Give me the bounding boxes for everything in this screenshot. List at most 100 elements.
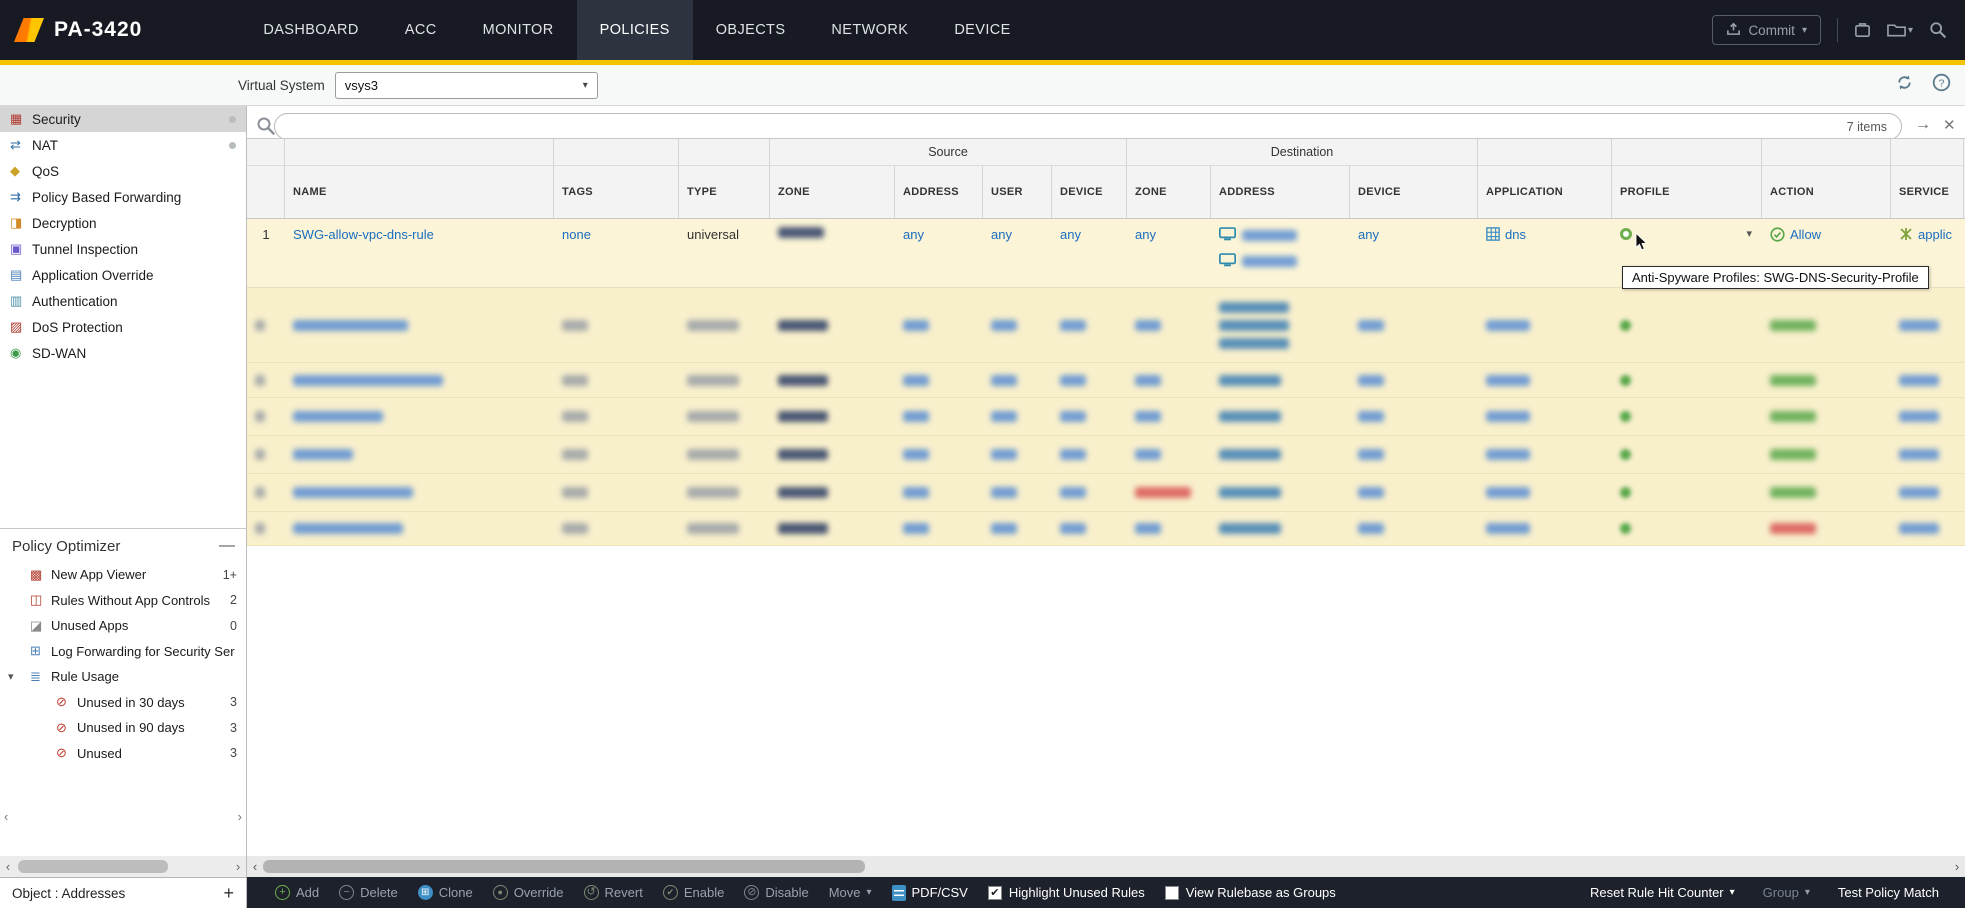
blurred-rule-row[interactable] <box>247 474 1965 512</box>
sidebar-item-policy-based-forwarding[interactable]: ⇉Policy Based Forwarding <box>0 184 246 210</box>
col-header-tags[interactable]: TAGS <box>554 166 679 218</box>
view-rulebase-as-groups-checkbox[interactable]: View Rulebase as Groups <box>1165 885 1336 900</box>
refresh-icon[interactable] <box>1895 73 1914 97</box>
device-model-title: PA-3420 <box>54 18 142 42</box>
enable-button[interactable]: ✔Enable <box>663 885 724 900</box>
nav-objects[interactable]: OBJECTS <box>693 0 809 60</box>
action-value[interactable]: Allow <box>1790 227 1821 242</box>
scrollbar-thumb[interactable] <box>18 860 168 873</box>
optimizer-item-rule-usage[interactable]: ▾≣Rule Usage <box>0 664 247 690</box>
col-header-name[interactable]: NAME <box>285 166 554 218</box>
optimizer-item-rules-without-app-controls[interactable]: ◫Rules Without App Controls2 <box>0 588 247 614</box>
col-header-source-zone[interactable]: ZONE <box>770 166 895 218</box>
virtual-system-select[interactable]: vsys3 ▾ <box>335 72 598 99</box>
nav-monitor[interactable]: MONITOR <box>460 0 577 60</box>
col-header-source-address[interactable]: ADDRESS <box>895 166 983 218</box>
blurred-rule-row[interactable] <box>247 398 1965 436</box>
highlight-unused-rules-checkbox[interactable]: ✔Highlight Unused Rules <box>988 885 1145 900</box>
save-config-icon[interactable]: ▾ <box>1887 22 1913 38</box>
rule-name-link[interactable]: SWG-allow-vpc-dns-rule <box>293 227 434 242</box>
sidebar-scrollbar[interactable]: ‹› <box>0 807 246 825</box>
rule-tags[interactable]: none <box>562 227 591 242</box>
revert-button[interactable]: ↺Revert <box>584 885 643 900</box>
application-value[interactable]: dns <box>1505 227 1526 242</box>
col-header-service[interactable]: SERVICE <box>1891 166 1964 218</box>
col-header-source-user[interactable]: USER <box>983 166 1052 218</box>
blurred-rule-row[interactable] <box>247 436 1965 474</box>
optimizer-item-unused[interactable]: ⊘Unused3 <box>0 741 247 767</box>
collapse-icon[interactable]: — <box>219 537 235 555</box>
col-header-dest-address[interactable]: ADDRESS <box>1211 166 1350 218</box>
sidebar-item-decryption[interactable]: ◨Decryption <box>0 210 246 236</box>
sidebar-item-nat[interactable]: ⇄NAT <box>0 132 246 158</box>
reset-rule-hit-counter-dropdown[interactable]: Reset Rule Hit Counter▾ <box>1590 885 1735 900</box>
col-header-source-device[interactable]: DEVICE <box>1052 166 1127 218</box>
col-header-rownum[interactable] <box>247 166 285 218</box>
sidebar-item-authentication[interactable]: ▥Authentication <box>0 288 246 314</box>
delete-button[interactable]: −Delete <box>339 885 398 900</box>
global-search-icon[interactable] <box>1929 21 1947 39</box>
help-icon[interactable]: ? <box>1932 73 1951 97</box>
nav-policies[interactable]: POLICIES <box>577 0 693 60</box>
col-header-dest-zone[interactable]: ZONE <box>1127 166 1211 218</box>
nav-device[interactable]: DEVICE <box>931 0 1033 60</box>
sidebar-item-qos[interactable]: ◆QoS <box>0 158 246 184</box>
expander-icon[interactable]: ▾ <box>8 670 30 683</box>
config-push-icon[interactable] <box>1854 22 1871 39</box>
nav-acc[interactable]: ACC <box>382 0 460 60</box>
pdf-csv-button[interactable]: PDF/CSV <box>892 885 968 901</box>
source-device-value[interactable]: any <box>1060 227 1081 242</box>
col-header-profile[interactable]: PROFILE <box>1612 166 1762 218</box>
col-header-action[interactable]: ACTION <box>1762 166 1891 218</box>
sidebar-item-application-override[interactable]: ▤Application Override <box>0 262 246 288</box>
tunnel-inspection-icon: ▣ <box>10 241 32 257</box>
qos-icon: ◆ <box>10 163 32 179</box>
col-header-dest-device[interactable]: DEVICE <box>1350 166 1478 218</box>
optimizer-scrollbar[interactable]: ‹ › <box>0 856 246 877</box>
disable-button[interactable]: ⊘Disable <box>744 885 808 900</box>
dest-device-value[interactable]: any <box>1358 227 1379 242</box>
optimizer-item-unused-apps[interactable]: ◪Unused Apps0 <box>0 613 247 639</box>
blurred-rule-row[interactable] <box>247 288 1965 363</box>
table-horizontal-scrollbar[interactable]: ‹ › <box>247 856 1965 877</box>
clear-filter-icon[interactable]: ✕ <box>1943 116 1956 134</box>
sidebar-item-tunnel-inspection[interactable]: ▣Tunnel Inspection <box>0 236 246 262</box>
source-zone-cell[interactable] <box>770 219 895 287</box>
blurred-rule-row[interactable] <box>247 512 1965 546</box>
security-icon: ▦ <box>10 111 32 127</box>
nav-network[interactable]: NETWORK <box>808 0 931 60</box>
sidebar-item-security[interactable]: ▦Security <box>0 106 246 132</box>
group-dropdown[interactable]: Group▾ <box>1763 885 1810 900</box>
blurred-rule-row[interactable] <box>247 363 1965 398</box>
source-address-value[interactable]: any <box>903 227 924 242</box>
optimizer-item-unused-in-30-days[interactable]: ⊘Unused in 30 days3 <box>0 690 247 716</box>
col-header-type[interactable]: TYPE <box>679 166 770 218</box>
apply-filter-icon[interactable]: → <box>1915 116 1931 134</box>
sidebar-item-sd-wan[interactable]: ◉SD-WAN <box>0 340 246 366</box>
service-value[interactable]: applic <box>1918 227 1952 242</box>
add-button[interactable]: +Add <box>275 885 319 900</box>
optimizer-item-new-app-viewer[interactable]: ▩New App Viewer1+ <box>0 562 247 588</box>
scrollbar-thumb[interactable] <box>263 860 865 873</box>
nav-dashboard[interactable]: DASHBOARD <box>240 0 381 60</box>
checkbox-checked-icon[interactable]: ✔ <box>988 886 1002 900</box>
anti-spyware-profile-icon[interactable] <box>1620 228 1632 240</box>
dest-address-cell[interactable] <box>1211 219 1350 287</box>
col-header-application[interactable]: APPLICATION <box>1478 166 1612 218</box>
checkbox-unchecked-icon[interactable] <box>1165 886 1179 900</box>
add-object-icon[interactable]: + <box>223 883 234 904</box>
commit-label: Commit <box>1748 23 1795 38</box>
rule-search-input[interactable]: 7 items <box>274 113 1902 140</box>
optimizer-item-log-forwarding-for-security-ser[interactable]: ⊞Log Forwarding for Security Ser <box>0 639 247 665</box>
dest-zone-value[interactable]: any <box>1135 227 1156 242</box>
sidebar-item-dos-protection[interactable]: ▨DoS Protection <box>0 314 246 340</box>
clone-button[interactable]: ⊞Clone <box>418 885 473 900</box>
chevron-down-icon[interactable]: ▾ <box>1746 227 1752 240</box>
override-button[interactable]: ●Override <box>493 885 564 900</box>
move-button[interactable]: Move▾ <box>829 885 872 900</box>
source-user-value[interactable]: any <box>991 227 1012 242</box>
test-policy-match-button[interactable]: Test Policy Match <box>1838 885 1939 900</box>
optimizer-item-unused-in-90-days[interactable]: ⊘Unused in 90 days3 <box>0 715 247 741</box>
application-cell[interactable]: dns <box>1478 219 1612 287</box>
commit-button[interactable]: Commit ▾ <box>1712 15 1821 45</box>
